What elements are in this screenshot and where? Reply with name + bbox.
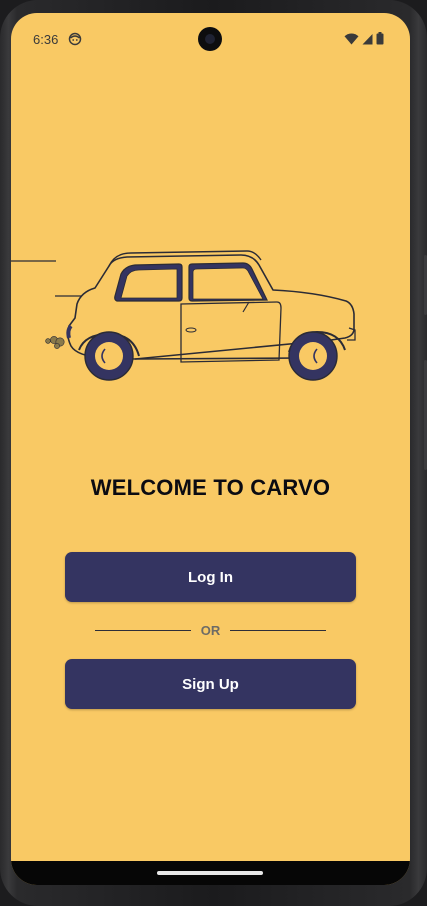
signup-button[interactable]: Sign Up: [65, 659, 356, 709]
car-illustration: [11, 238, 410, 398]
status-time: 6:36: [33, 32, 59, 47]
or-divider: OR: [95, 622, 326, 640]
cell-signal-icon: [362, 32, 373, 50]
wifi-icon: [344, 32, 359, 50]
car-wheel: [84, 331, 134, 381]
front-camera: [198, 27, 222, 51]
car-svg: [11, 250, 356, 381]
login-button[interactable]: Log In: [65, 552, 356, 602]
car-wheel: [288, 331, 338, 381]
status-icons: [344, 32, 384, 50]
face-icon: [68, 32, 82, 46]
navigation-bar: [11, 861, 410, 885]
battery-icon: [376, 32, 384, 50]
device-frame: 6:36 WELCOME TO CARVO Log In OR Sign Up: [0, 0, 427, 906]
status-bar: 6:36: [11, 13, 410, 65]
divider-line: [230, 630, 326, 631]
exhaust-puff: [45, 336, 65, 349]
welcome-title: WELCOME TO CARVO: [90, 475, 331, 500]
app-screen: 6:36 WELCOME TO CARVO Log In OR Sign Up: [11, 13, 410, 885]
home-indicator[interactable]: [157, 871, 263, 875]
